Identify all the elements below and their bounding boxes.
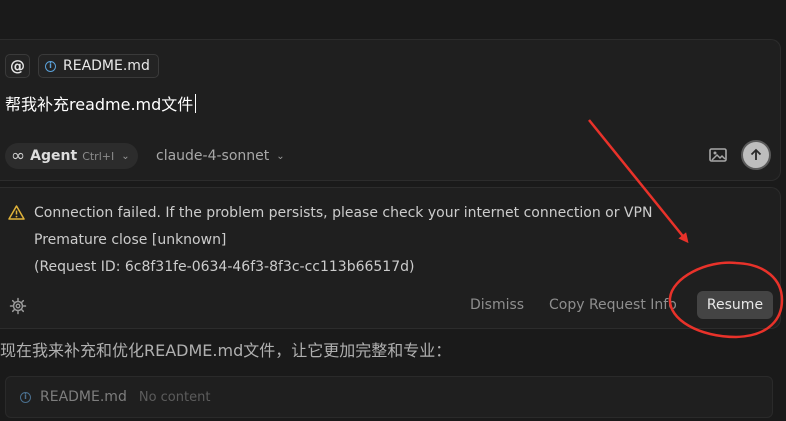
file-card-status: No content: [138, 389, 211, 405]
model-selector[interactable]: claude-4-sonnet ⌄: [156, 143, 285, 169]
attach-image-button[interactable]: [709, 147, 727, 163]
file-card[interactable]: i README.md No content: [5, 376, 773, 418]
warning-icon: [8, 205, 25, 220]
chevron-down-icon: ⌄: [276, 150, 285, 162]
connection-error-panel: Connection failed. If the problem persis…: [0, 187, 781, 329]
info-icon: i: [20, 391, 31, 403]
prompt-input[interactable]: 帮我补充readme.md文件: [5, 91, 197, 115]
arrow-up-icon: [750, 148, 762, 160]
info-icon: i: [45, 60, 56, 72]
mode-shortcut: Ctrl+I: [82, 149, 115, 163]
context-chip-readme[interactable]: i README.md: [38, 54, 159, 78]
assistant-message: 现在我来补充和优化README.md文件，让它更加完整和专业：: [0, 341, 452, 360]
text-caret: [195, 93, 197, 113]
send-button[interactable]: [741, 140, 771, 170]
infinity-icon: ∞: [11, 145, 26, 166]
file-card-name: README.md: [40, 389, 127, 405]
error-message: Connection failed. If the problem persis…: [34, 205, 653, 221]
resume-button[interactable]: Resume: [697, 291, 773, 319]
error-request-id: (Request ID: 6c8f31fe-0634-46f3-8f3c-cc1…: [34, 259, 415, 275]
mode-selector[interactable]: ∞ Agent Ctrl+I ⌄: [5, 143, 138, 169]
prompt-text: 帮我补充readme.md文件: [5, 95, 194, 114]
gear-icon[interactable]: [9, 297, 27, 315]
model-label: claude-4-sonnet: [156, 148, 270, 164]
at-icon: @: [10, 56, 25, 75]
mode-label: Agent: [30, 148, 78, 164]
image-icon: [709, 148, 727, 162]
add-context-button[interactable]: @: [5, 54, 30, 78]
chat-composer: @ i README.md 帮我补充readme.md文件 ∞ Agent Ct…: [0, 39, 781, 181]
copy-request-info-button[interactable]: Copy Request Info: [549, 297, 677, 313]
error-detail: Premature close [unknown]: [34, 232, 227, 248]
chevron-down-icon: ⌄: [121, 150, 130, 162]
dismiss-button[interactable]: Dismiss: [470, 297, 524, 313]
context-chip-label: README.md: [63, 58, 150, 74]
